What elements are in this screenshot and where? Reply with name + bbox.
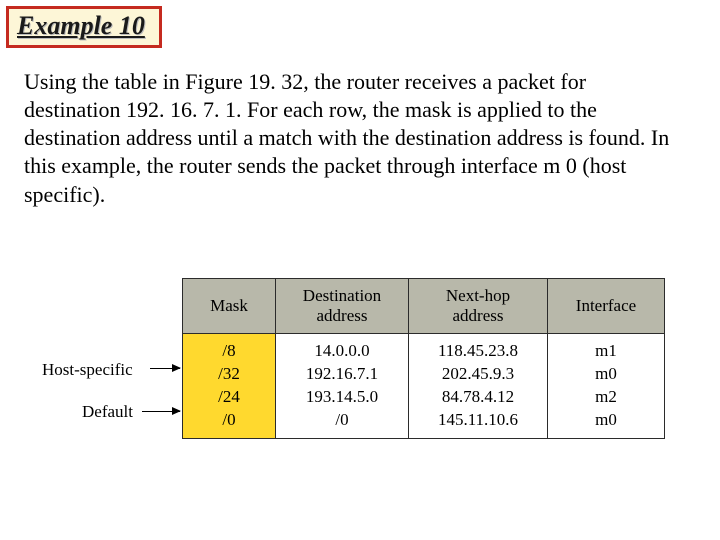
header-next-hop: Next-hop address — [409, 279, 548, 334]
routing-table-wrap: Mask Destination address Next-hop addres… — [182, 278, 665, 439]
arrow-host-specific — [150, 368, 180, 369]
dest-value: 192.16.7.1 — [276, 363, 408, 386]
body-paragraph: Using the table in Figure 19. 32, the ro… — [24, 68, 682, 209]
dest-value: 14.0.0.0 — [276, 340, 408, 363]
mask-value: /0 — [183, 409, 275, 432]
iface-value: m2 — [548, 386, 664, 409]
nhop-value: 84.78.4.12 — [409, 386, 547, 409]
iface-value: m0 — [548, 409, 664, 432]
mask-value: /32 — [183, 363, 275, 386]
table-header-row: Mask Destination address Next-hop addres… — [183, 279, 665, 334]
routing-table: Mask Destination address Next-hop addres… — [182, 278, 665, 439]
table-data-row: /8 /32 /24 /0 14.0.0.0 192.16.7.1 193.14… — [183, 334, 665, 439]
nhop-value: 202.45.9.3 — [409, 363, 547, 386]
cell-interface: m1 m0 m2 m0 — [548, 334, 665, 439]
annotation-host-specific: Host-specific — [42, 360, 133, 380]
header-mask: Mask — [183, 279, 276, 334]
annotation-default: Default — [82, 402, 133, 422]
example-title-box: Example 10 — [6, 6, 162, 48]
mask-value: /24 — [183, 386, 275, 409]
nhop-value: 145.11.10.6 — [409, 409, 547, 432]
mask-value: /8 — [183, 340, 275, 363]
cell-dest: 14.0.0.0 192.16.7.1 193.14.5.0 /0 — [276, 334, 409, 439]
slide: Example 10 Using the table in Figure 19.… — [0, 0, 720, 540]
iface-value: m1 — [548, 340, 664, 363]
cell-mask: /8 /32 /24 /0 — [183, 334, 276, 439]
dest-value: 193.14.5.0 — [276, 386, 408, 409]
cell-next-hop: 118.45.23.8 202.45.9.3 84.78.4.12 145.11… — [409, 334, 548, 439]
example-title: Example 10 — [17, 11, 145, 40]
arrow-default — [142, 411, 180, 412]
header-dest: Destination address — [276, 279, 409, 334]
nhop-value: 118.45.23.8 — [409, 340, 547, 363]
iface-value: m0 — [548, 363, 664, 386]
header-interface: Interface — [548, 279, 665, 334]
dest-value: /0 — [276, 409, 408, 432]
